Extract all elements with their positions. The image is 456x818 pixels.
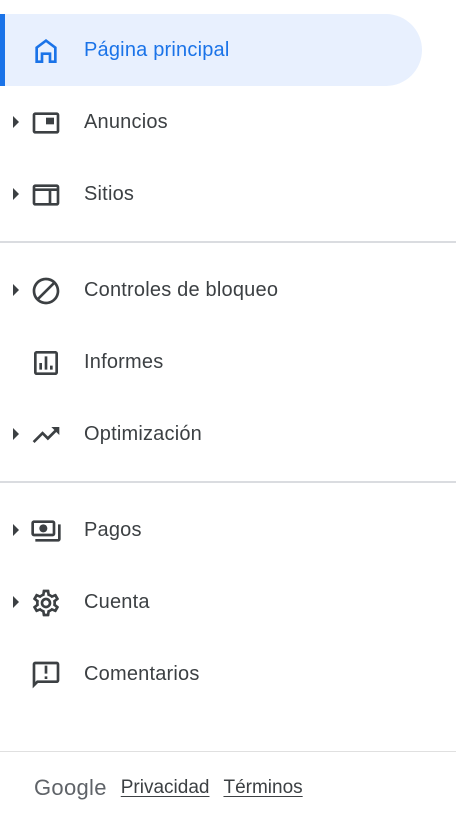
ads-icon [30,107,62,139]
expand-caret-icon[interactable] [13,116,19,128]
nav-item-label: Página principal [84,39,230,61]
block-icon [30,275,62,307]
google-logo: Google [34,775,107,800]
terms-link[interactable]: Términos [223,777,302,799]
nav-item-ads[interactable]: Anuncios [0,86,422,158]
expand-caret-icon[interactable] [13,284,19,296]
nav-item-label: Informes [84,351,164,373]
nav-item-label: Comentarios [84,663,200,685]
payments-icon [30,515,62,547]
nav-item-label: Sitios [84,183,135,205]
nav-item-label: Anuncios [84,111,168,133]
trending-up-icon [30,419,62,451]
footer: Google Privacidad Términos [34,770,303,806]
privacy-link[interactable]: Privacidad [121,777,210,799]
nav-item-sites[interactable]: Sitios [0,158,422,230]
gear-icon [30,587,62,619]
home-icon [30,35,62,67]
footer-divider [0,751,456,752]
nav-item-home[interactable]: Página principal [0,14,422,86]
expand-caret-icon[interactable] [13,188,19,200]
active-indicator [0,14,5,86]
reports-icon [30,347,62,379]
nav-item-label: Cuenta [84,591,150,613]
nav-item-label: Pagos [84,519,142,541]
nav-item-feedback[interactable]: Comentarios [0,638,422,710]
feedback-icon [30,659,62,691]
expand-caret-icon[interactable] [13,524,19,536]
nav-item-reports[interactable]: Informes [0,326,422,398]
nav-item-blocking-controls[interactable]: Controles de bloqueo [0,254,422,326]
nav-item-payments[interactable]: Pagos [0,494,422,566]
sites-icon [30,179,62,211]
expand-caret-icon[interactable] [13,596,19,608]
expand-caret-icon[interactable] [13,428,19,440]
side-navigation: Página principal Anuncios Sitios Control… [0,0,456,818]
nav-item-label: Controles de bloqueo [84,279,279,301]
section-divider [0,241,456,243]
section-divider [0,481,456,483]
nav-item-label: Optimización [84,423,202,445]
nav-item-optimization[interactable]: Optimización [0,398,422,470]
nav-item-account[interactable]: Cuenta [0,566,422,638]
